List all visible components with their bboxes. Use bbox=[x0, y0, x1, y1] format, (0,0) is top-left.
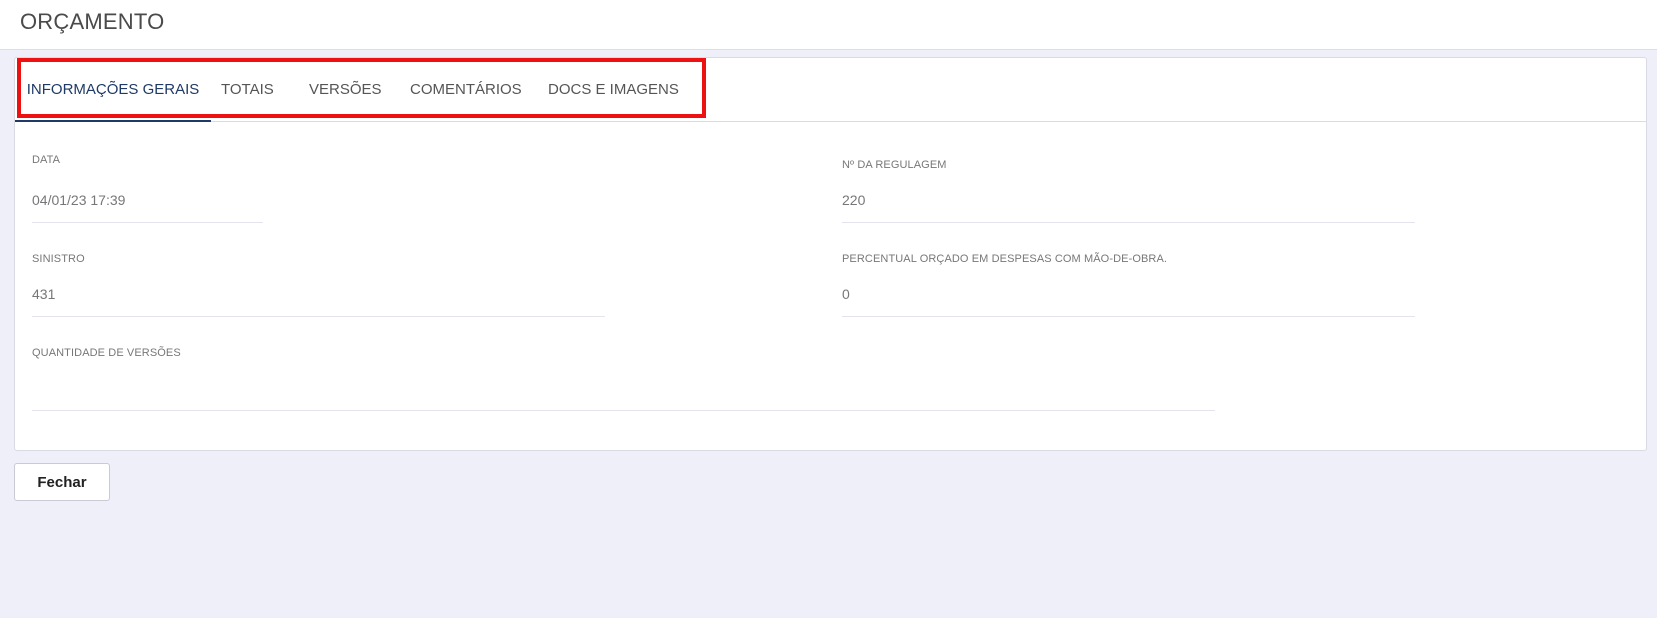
tab-informacoes-gerais[interactable]: INFORMAÇÕES GERAIS bbox=[15, 58, 211, 122]
field-regulagem-label: Nº DA REGULAGEM bbox=[842, 159, 947, 171]
top-bar: ORÇAMENTO bbox=[0, 0, 1657, 50]
field-quantidade-versoes: QUANTIDADE DE VERSÕES bbox=[32, 347, 1215, 411]
field-sinistro-value[interactable]: 431 bbox=[32, 286, 55, 302]
field-data-underline bbox=[32, 222, 263, 223]
tab-versoes[interactable]: VERSÕES bbox=[309, 58, 382, 121]
field-percentual: PERCENTUAL ORÇADO EM DESPESAS COM MÃO-DE… bbox=[842, 253, 1415, 317]
field-percentual-label: PERCENTUAL ORÇADO EM DESPESAS COM MÃO-DE… bbox=[842, 253, 1168, 265]
field-percentual-underline bbox=[842, 316, 1415, 317]
field-percentual-value[interactable]: 0 bbox=[842, 286, 850, 302]
field-regulagem-underline bbox=[842, 222, 1415, 223]
field-quantidade-versoes-underline bbox=[32, 410, 1215, 411]
field-data: DATA 04/01/23 17:39 bbox=[32, 154, 263, 223]
page-title: ORÇAMENTO bbox=[20, 9, 165, 34]
field-sinistro: SINISTRO 431 bbox=[32, 253, 605, 317]
budget-card: INFORMAÇÕES GERAIS TOTAIS VERSÕES COMENT… bbox=[14, 57, 1647, 451]
field-sinistro-underline bbox=[32, 316, 605, 317]
field-regulagem-value[interactable]: 220 bbox=[842, 192, 865, 208]
tab-bar: INFORMAÇÕES GERAIS TOTAIS VERSÕES COMENT… bbox=[15, 58, 1646, 122]
tab-comentarios[interactable]: COMENTÁRIOS bbox=[410, 58, 522, 121]
tab-docs-e-imagens[interactable]: DOCS E IMAGENS bbox=[548, 58, 679, 121]
field-data-value[interactable]: 04/01/23 17:39 bbox=[32, 192, 125, 208]
field-sinistro-label: SINISTRO bbox=[32, 253, 85, 265]
field-quantidade-versoes-label: QUANTIDADE DE VERSÕES bbox=[32, 347, 181, 359]
tab-totais[interactable]: TOTAIS bbox=[221, 58, 274, 121]
field-data-label: DATA bbox=[32, 154, 61, 166]
field-regulagem: Nº DA REGULAGEM 220 bbox=[842, 159, 1415, 223]
close-button[interactable]: Fechar bbox=[14, 463, 110, 501]
